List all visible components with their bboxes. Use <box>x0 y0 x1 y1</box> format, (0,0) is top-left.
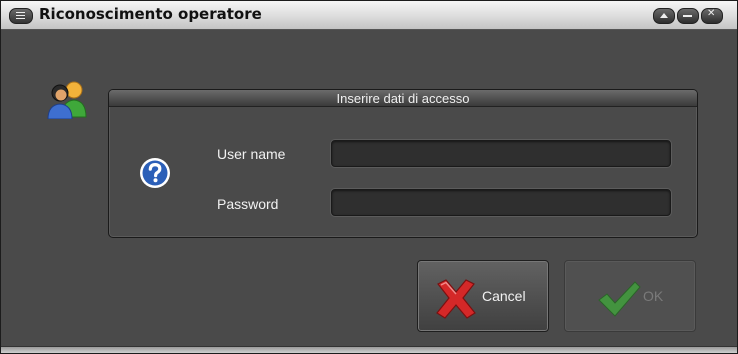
cancel-button[interactable]: Cancel <box>417 260 549 332</box>
green-check-icon <box>598 281 641 317</box>
question-icon <box>140 158 170 188</box>
red-x-icon <box>436 279 476 319</box>
close-icon[interactable] <box>701 8 723 24</box>
menu-icon[interactable] <box>9 8 33 24</box>
title-bar[interactable]: Riconoscimento operatore <box>1 1 737 30</box>
maximize-icon[interactable] <box>653 8 675 24</box>
ok-label: OK <box>643 288 664 304</box>
cancel-label: Cancel <box>482 288 526 304</box>
bottom-border <box>1 346 737 353</box>
ok-button[interactable]: OK <box>564 260 696 332</box>
password-label: Password <box>217 196 279 212</box>
minimize-icon[interactable] <box>677 8 699 24</box>
users-icon <box>47 81 87 119</box>
window-title: Riconoscimento operatore <box>39 5 262 23</box>
password-field[interactable] <box>331 189 671 216</box>
login-dialog: Riconoscimento operatore Inserire dati d… <box>0 0 738 354</box>
user-name-field[interactable] <box>331 140 671 167</box>
group-header: Inserire dati di accesso <box>109 90 697 107</box>
group-title: Inserire dati di accesso <box>336 91 470 106</box>
user-name-label: User name <box>217 146 286 162</box>
